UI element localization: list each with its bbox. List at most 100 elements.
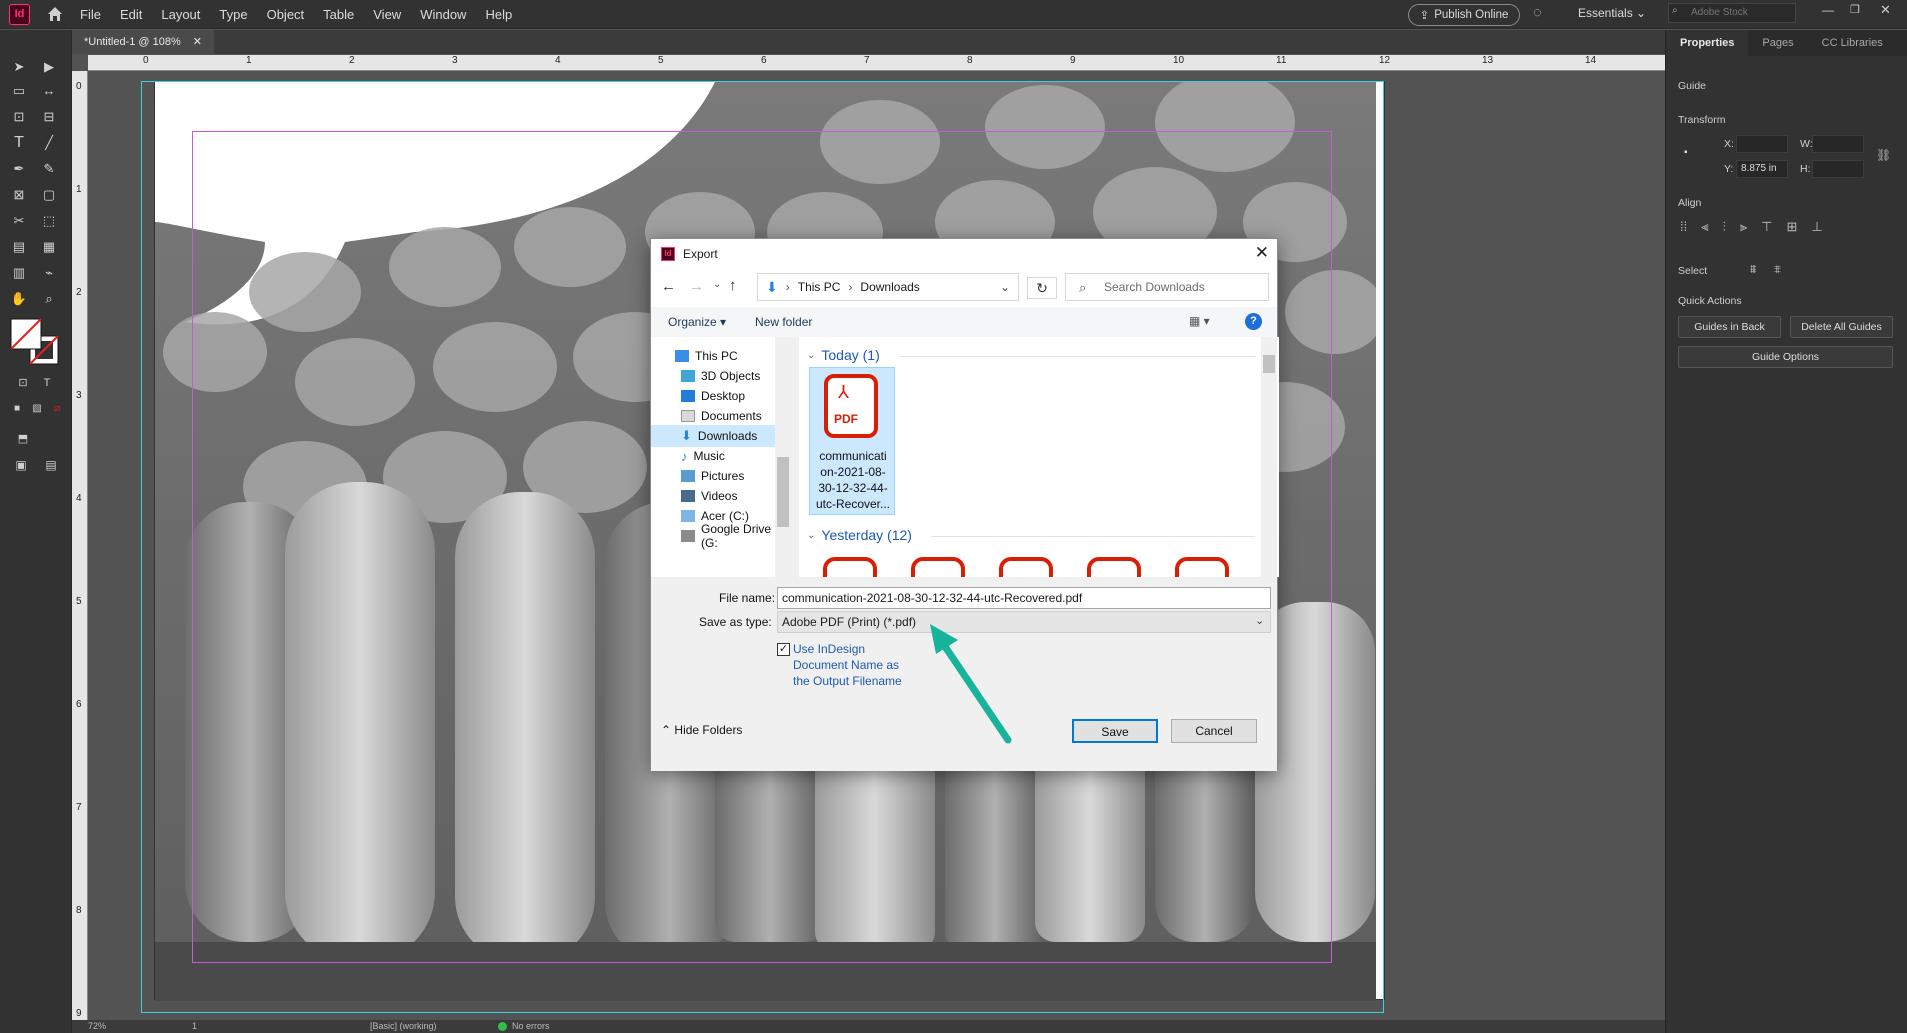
selection-tool-icon[interactable]: ➤ [8, 56, 30, 78]
recent-locations-icon[interactable]: ⌄ [713, 279, 721, 290]
forward-arrow-icon[interactable]: → [689, 278, 704, 295]
apply-gradient-icon[interactable]: ▧ [26, 398, 48, 420]
preflight-errors[interactable]: No errors [512, 1021, 550, 1031]
direct-selection-tool-icon[interactable]: ▶ [38, 56, 60, 78]
align-to-selection-icon[interactable]: ⁞⁞ [1680, 219, 1687, 235]
menu-layout[interactable]: Layout [161, 7, 200, 22]
group-today[interactable]: ⌄ Today (1) [807, 347, 880, 363]
selected-pdf-file[interactable]: ⅄ PDF communicati on-2021-08- 30-12-32-4… [809, 367, 895, 515]
restore-icon[interactable]: ❐ [1850, 3, 1860, 16]
menu-object[interactable]: Object [267, 7, 305, 22]
menu-view[interactable]: View [373, 7, 401, 22]
pdf-file-icon[interactable] [823, 557, 877, 577]
apply-none-icon[interactable]: ⧄ [46, 398, 68, 420]
h-field[interactable] [1812, 160, 1864, 178]
menu-table[interactable]: Table [323, 7, 354, 22]
zoom-level[interactable]: 72% [88, 1021, 106, 1031]
hand-tool-icon[interactable]: ✋ [8, 288, 30, 310]
group-yesterday[interactable]: ⌄ Yesterday (12) [807, 527, 912, 543]
align-bottom-icon[interactable]: ⊥ [1811, 219, 1822, 235]
new-folder-button[interactable]: New folder [755, 315, 812, 329]
content-collector-icon[interactable]: ⊡ [8, 106, 30, 128]
guide-options-button[interactable]: Guide Options [1678, 346, 1893, 368]
menu-help[interactable]: Help [485, 7, 512, 22]
address-dropdown-icon[interactable]: ⌄ [1000, 280, 1010, 294]
use-document-name-checkbox[interactable]: ✓ [777, 643, 790, 656]
align-center-icon[interactable]: ⫶ [1723, 219, 1726, 235]
rectangle-tool-icon[interactable]: ▢ [38, 184, 60, 206]
save-as-type-select[interactable]: Adobe PDF (Print) (*.pdf) [777, 611, 1271, 633]
adobe-stock-search[interactable]: Adobe Stock [1668, 3, 1796, 23]
organize-button[interactable]: Organize ▾ [668, 315, 726, 329]
scissors-tool-icon[interactable]: ✂ [8, 210, 30, 232]
refresh-icon[interactable]: ↻ [1027, 277, 1057, 299]
formatting-text-icon[interactable]: T [36, 372, 58, 394]
page-tool-icon[interactable]: ▭ [8, 80, 30, 102]
nav-item-videos[interactable]: Videos [681, 485, 737, 507]
delete-all-guides-button[interactable]: Delete All Guides [1790, 316, 1893, 338]
horizontal-ruler[interactable]: 0 1 2 3 4 5 6 7 8 9 10 11 12 13 14 [88, 55, 1665, 71]
line-tool-icon[interactable]: ╱ [38, 132, 60, 154]
note-tool-icon[interactable]: ▥ [8, 262, 30, 284]
nav-item-music[interactable]: ♪ Music [681, 445, 725, 467]
hide-folders-toggle[interactable]: ⌃ Hide Folders [661, 723, 742, 737]
home-icon[interactable] [46, 5, 64, 23]
select-next-icon[interactable]: ⩨ [1774, 262, 1781, 277]
nav-item-desktop[interactable]: Desktop [681, 385, 745, 407]
use-document-name-label[interactable]: Use InDesign Document Name as the Output… [793, 641, 902, 689]
guides-in-back-button[interactable]: Guides in Back [1678, 316, 1781, 338]
formatting-container-icon[interactable]: ⊡ [12, 372, 34, 394]
apply-color-icon[interactable]: ■ [6, 398, 28, 420]
pdf-file-icon[interactable] [1175, 557, 1229, 577]
zoom-tool-icon[interactable]: ⌕ [38, 288, 60, 310]
x-field[interactable] [1736, 135, 1788, 153]
constrain-proportions-icon[interactable]: ⛓ [1876, 148, 1891, 162]
close-window-icon[interactable]: ✕ [1880, 2, 1891, 18]
breadcrumb-downloads[interactable]: Downloads [860, 280, 919, 294]
nav-item-this-pc[interactable]: This PC [675, 345, 738, 367]
gradient-swatch-tool-icon[interactable]: ▤ [8, 236, 30, 258]
rectangle-frame-tool-icon[interactable]: ⊠ [8, 184, 30, 206]
save-button[interactable]: Save [1072, 719, 1158, 743]
nav-scrollbar[interactable] [775, 337, 791, 577]
address-bar[interactable]: ⬇ › This PC › Downloads ⌄ [757, 273, 1019, 301]
tab-pages[interactable]: Pages [1748, 30, 1807, 56]
screen-mode-icon[interactable]: ▣ [10, 454, 32, 476]
menu-type[interactable]: Type [219, 7, 247, 22]
up-arrow-icon[interactable]: ↑ [729, 277, 737, 294]
pencil-tool-icon[interactable]: ✎ [38, 158, 60, 180]
align-top-icon[interactable]: ⊤ [1761, 219, 1772, 235]
view-options-icon[interactable]: ▦ ▾ [1189, 314, 1210, 328]
reference-point-icon[interactable]: ▪ [1684, 147, 1700, 163]
pdf-file-icon[interactable] [911, 557, 965, 577]
content-placer-icon[interactable]: ⊟ [38, 106, 60, 128]
preview-mode-icon[interactable]: ⬒ [12, 428, 34, 450]
minimize-icon[interactable]: — [1822, 3, 1834, 17]
nav-item-documents[interactable]: Documents [681, 405, 762, 427]
menu-window[interactable]: Window [420, 7, 466, 22]
menu-edit[interactable]: Edit [120, 7, 142, 22]
pdf-file-icon[interactable] [1087, 557, 1141, 577]
nav-item-downloads[interactable]: ⬇ Downloads [651, 425, 791, 447]
free-transform-tool-icon[interactable]: ⬚ [38, 210, 60, 232]
pdf-file-icon[interactable] [999, 557, 1053, 577]
page-number-field[interactable]: 1 [192, 1021, 197, 1031]
gpu-performance-icon[interactable]: ▤ [40, 454, 62, 476]
align-middle-icon[interactable]: ⊞ [1787, 219, 1798, 235]
align-right-icon[interactable]: ⫸ [1740, 219, 1747, 235]
document-tab[interactable]: *Untitled-1 @ 108% ✕ [72, 30, 214, 54]
close-dialog-icon[interactable]: ✕ [1255, 243, 1269, 263]
back-arrow-icon[interactable]: ← [661, 278, 676, 295]
working-profile[interactable]: [Basic] (working) [370, 1021, 437, 1031]
lightbulb-icon[interactable]: ◌ [1533, 4, 1542, 21]
tab-properties[interactable]: Properties [1666, 30, 1749, 56]
nav-item-pictures[interactable]: Pictures [681, 465, 744, 487]
vertical-ruler[interactable]: 0 1 2 3 4 5 6 7 8 9 [72, 71, 88, 1033]
nav-item-3d-objects[interactable]: 3D Objects [681, 365, 760, 387]
w-field[interactable] [1812, 135, 1864, 153]
workspace-switcher[interactable]: Essentials ⌄ [1578, 6, 1646, 20]
help-icon[interactable]: ? [1245, 313, 1262, 330]
pen-tool-icon[interactable]: ✒ [8, 158, 30, 180]
menu-file[interactable]: File [80, 7, 101, 22]
chevron-down-icon[interactable]: ⌄ [1255, 614, 1264, 627]
